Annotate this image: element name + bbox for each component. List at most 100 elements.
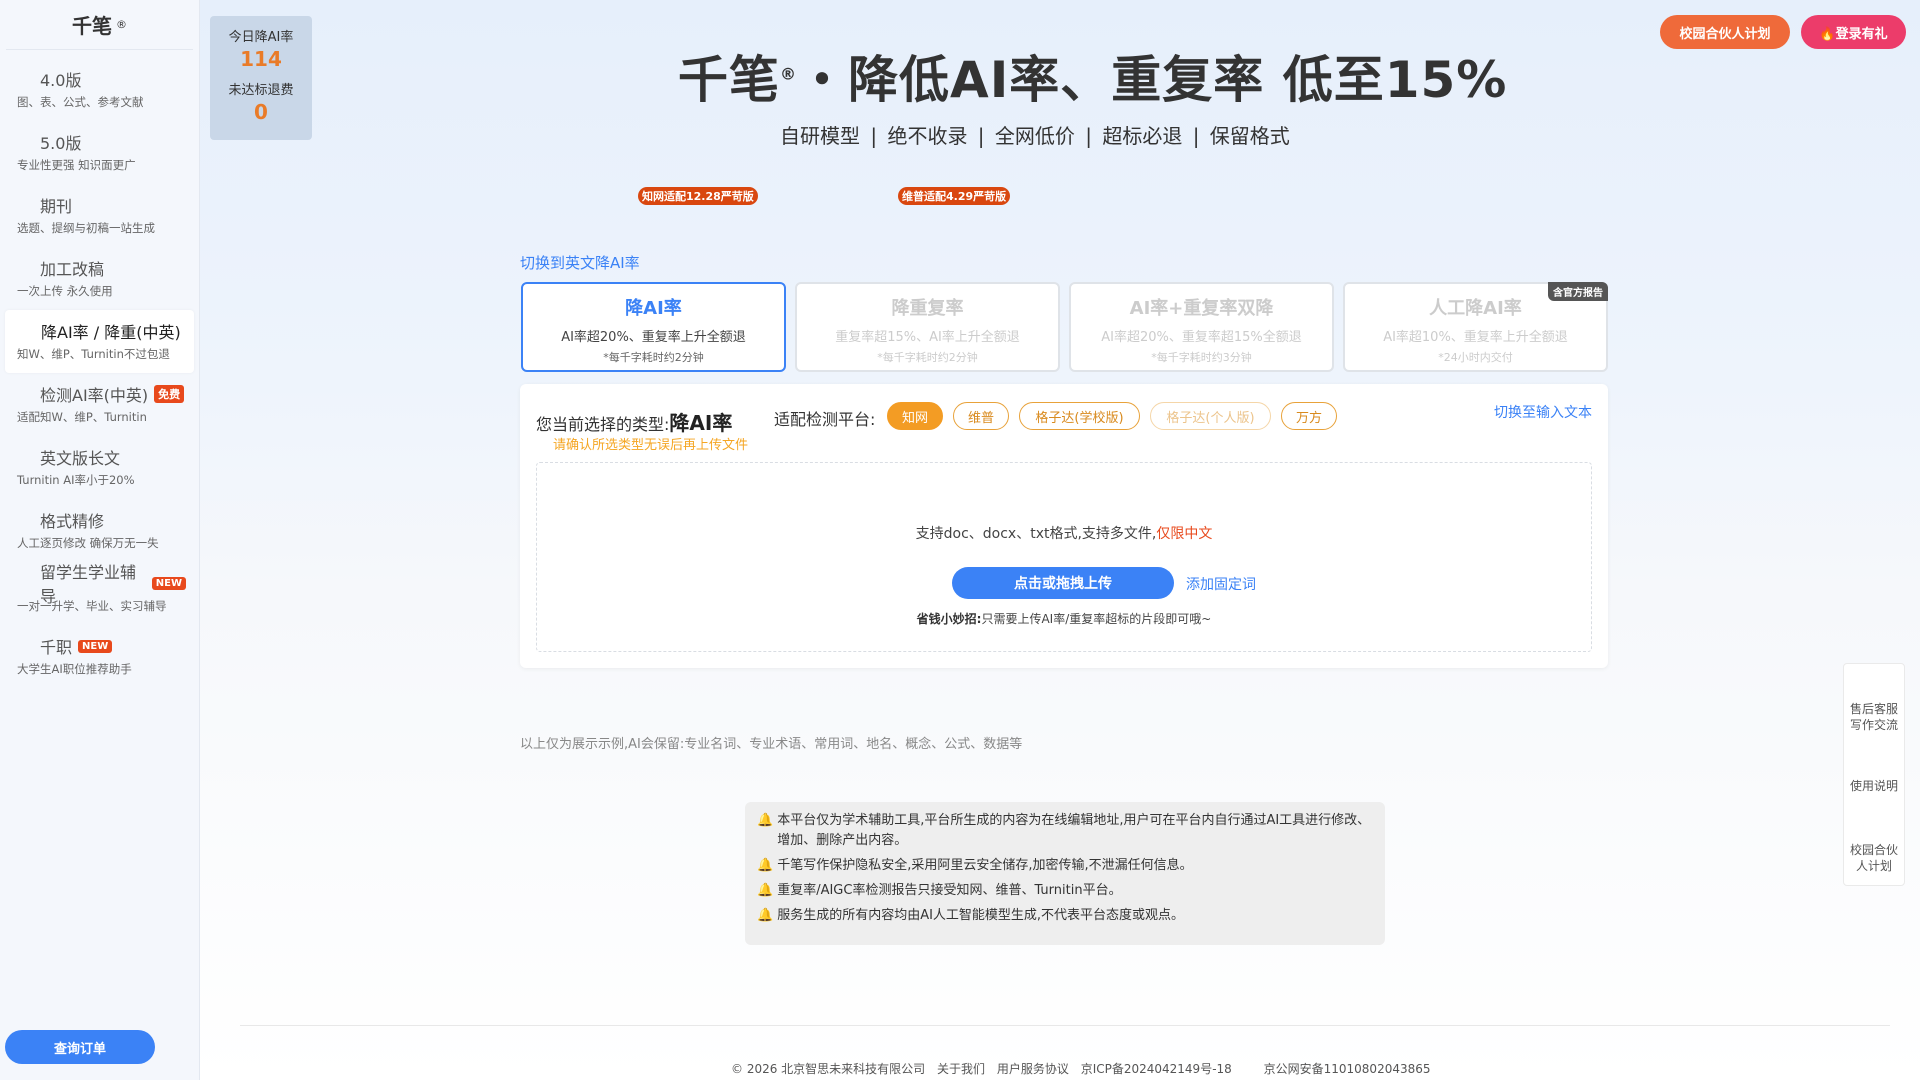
refund-label: 未达标退费 <box>228 83 294 98</box>
floating-toolbar: 售后客服写作交流 使用说明 校园合伙人计划 <box>1843 663 1905 886</box>
cnki-badge: 知网适配12.28严苛版 <box>638 187 758 205</box>
card-double-reduce[interactable]: AI率+重复率双降 AI率超20%、重复率超15%全额退 *每千字耗时约3分钟 <box>1069 282 1334 372</box>
card-desc: AI率超10%、重复率上升全额退 <box>1383 330 1568 345</box>
notice-item: 🔔 重复率/AIGC率检测报告只接受知网、维普、Turnitin平台。 <box>757 881 1373 901</box>
sidebar-item-sub: 人工逐页修改 确保万无一失 <box>17 536 159 550</box>
sidebar-item-label: 5.0版 <box>40 134 82 153</box>
notice-text: 千笔写作保护隐私安全,采用阿里云安全储存,加密传输,不泄漏任何信息。 <box>777 858 1193 873</box>
sidebar-item-label: 格式精修 <box>40 512 105 531</box>
switch-to-text-link[interactable]: 切换至输入文本 <box>1494 402 1592 422</box>
card-desc: 重复率超15%、AI率上升全额退 <box>835 330 1020 345</box>
brand-logo[interactable]: 千笔 ® <box>6 0 193 50</box>
upload-panel: 您当前选择的类型:降AI率 适配检测平台: 知网 维普 格子达(学校版) 格子达… <box>520 384 1608 668</box>
title-brand: 千笔 <box>678 51 780 109</box>
vip-badge: 维普适配4.29严苛版 <box>898 187 1011 205</box>
chinese-only: 仅限中文 <box>1156 526 1213 542</box>
card-time: *每千字耗时约3分钟 <box>1151 351 1252 364</box>
platform-chip-vip[interactable]: 维普 <box>953 402 1009 430</box>
card-title: 降AI率 <box>625 298 682 319</box>
icp-link[interactable]: 京ICP备2024042149号-18 <box>1081 1062 1232 1076</box>
notice-item: 🔔 本平台仅为学术辅助工具,平台所生成的内容为在线编辑地址,用户可在平台内自行通过… <box>757 811 1373 851</box>
platform-label: 适配检测平台: <box>774 410 876 429</box>
today-reduce-label: 今日降AI率 <box>228 30 294 45</box>
footer-divider <box>240 1025 1890 1026</box>
bell-icon: 🔔 <box>757 813 774 828</box>
sidebar-item-study-abroad[interactable]: 留学生学业辅导 NEW 一对一升学、毕业、实习辅导 <box>5 562 194 625</box>
card-title: 降重复率 <box>891 298 964 319</box>
sidebar-item-english-long[interactable]: 英文版长文 Turnitin AI率小于20% <box>5 436 194 499</box>
sidebar-item-label: 降AI率 / 降重(中英) <box>41 323 181 342</box>
money-saving-tip: 省钱小妙招:只需要上传AI率/重复率超标的片段即可哦~ <box>537 610 1591 627</box>
sidebar: 千笔 ® 4.0版 图、表、公式、参考文献 5.0版 专业性更强 知识面更广 期… <box>0 0 200 1080</box>
card-reduce-ai[interactable]: 降AI率 AI率超20%、重复率上升全额退 *每千字耗时约2分钟 <box>521 282 786 372</box>
official-report-tag: 含官方报告 <box>1548 282 1608 301</box>
usage-guide-link[interactable]: 使用说明 <box>1844 778 1904 794</box>
sidebar-item-reduce-ai[interactable]: 降AI率 / 降重(中英) 知W、维P、Turnitin不过包退 <box>5 310 194 373</box>
sidebar-item-detect-ai[interactable]: 检测AI率(中英) 免费 适配知W、维P、Turnitin <box>5 373 194 436</box>
sidebar-item-sub: 大学生AI职位推荐助手 <box>17 662 132 676</box>
card-desc: AI率超20%、重复率超15%全额退 <box>1101 330 1302 345</box>
footer: © 2026 北京智思未来科技有限公司 关于我们 用户服务协议 京ICP备202… <box>731 1060 1439 1077</box>
campus-partner-link[interactable]: 校园合伙人计划 <box>1844 842 1904 874</box>
platform-chip-wanfang[interactable]: 万方 <box>1281 402 1337 430</box>
sidebar-item-revise[interactable]: 加工改稿 一次上传 永久使用 <box>5 247 194 310</box>
sidebar-item-sub: 选题、提纲与初稿一站生成 <box>17 221 155 235</box>
sidebar-item-label: 加工改稿 <box>40 260 105 279</box>
support-text: 支持doc、docx、txt格式,支持多文件, <box>915 526 1157 542</box>
page-subtitle: 自研模型 | 绝不收录 | 全网低价 | 超标必退 | 保留格式 <box>780 124 1290 148</box>
stats-box: 今日降AI率 114 未达标退费 0 <box>210 16 312 140</box>
brand-reg: ® <box>116 18 127 31</box>
tip-text: 只需要上传AI率/重复率超标的片段即可哦~ <box>981 612 1212 626</box>
notice-text: 本平台仅为学术辅助工具,平台所生成的内容为在线编辑地址,用户可在平台内自行通过A… <box>777 813 1371 848</box>
sidebar-item-4-0[interactable]: 4.0版 图、表、公式、参考文献 <box>5 58 194 121</box>
switch-english-link[interactable]: 切换到英文降AI率 <box>520 252 640 273</box>
platform-chip-gezida-personal[interactable]: 格子达(个人版) <box>1150 402 1271 430</box>
copyright: © 2026 北京智思未来科技有限公司 <box>731 1062 926 1076</box>
supported-formats: 支持doc、docx、txt格式,支持多文件,仅限中文 <box>537 523 1591 543</box>
about-link[interactable]: 关于我们 <box>937 1062 985 1076</box>
notice-text: 重复率/AIGC率检测报告只接受知网、维普、Turnitin平台。 <box>777 883 1122 898</box>
sidebar-item-sub: 知W、维P、Turnitin不过包退 <box>17 347 170 361</box>
notice-text: 服务生成的所有内容均由AI人工智能模型生成,不代表平台态度或观点。 <box>777 908 1185 923</box>
card-time: *24小时内交付 <box>1438 351 1513 364</box>
notice-box: 🔔 本平台仅为学术辅助工具,平台所生成的内容为在线编辑地址,用户可在平台内自行通过… <box>745 802 1385 945</box>
example-note: 以上仅为展示示例,AI会保留:专业名词、专业术语、常用词、地名、概念、公式、数据… <box>520 737 1023 752</box>
sidebar-item-5-0[interactable]: 5.0版 专业性更强 知识面更广 <box>5 121 194 184</box>
refund-value: 0 <box>254 100 268 124</box>
bell-icon: 🔔 <box>757 883 774 898</box>
free-badge: 免费 <box>154 385 185 403</box>
sidebar-item-label: 千职 <box>40 638 73 657</box>
sidebar-item-label: 期刊 <box>40 197 73 216</box>
upload-button[interactable]: 点击或拖拽上传 <box>952 567 1174 599</box>
query-order-button[interactable]: 查询订单 <box>5 1030 155 1064</box>
sidebar-item-sub: 图、表、公式、参考文献 <box>17 95 144 109</box>
sidebar-item-sub: 适配知W、维P、Turnitin <box>17 410 147 424</box>
platform-chip-gezida-school[interactable]: 格子达(学校版) <box>1019 402 1140 430</box>
sidebar-item-sub: 专业性更强 知识面更广 <box>17 158 136 172</box>
campus-partner-button[interactable]: 校园合伙人计划 <box>1660 15 1790 49</box>
title-reg: ® <box>780 64 797 84</box>
selected-type-label: 您当前选择的类型: <box>536 415 670 434</box>
customer-service-link[interactable]: 售后客服写作交流 <box>1844 701 1904 733</box>
agreement-link[interactable]: 用户服务协议 <box>997 1062 1069 1076</box>
sidebar-item-sub: Turnitin AI率小于20% <box>17 473 135 487</box>
card-reduce-duplicate[interactable]: 降重复率 重复率超15%、AI率上升全额退 *每千字耗时约2分钟 <box>795 282 1060 372</box>
sidebar-item-label: 4.0版 <box>40 71 82 90</box>
card-time: *每千字耗时约2分钟 <box>603 351 704 364</box>
sidebar-item-journal[interactable]: 期刊 选题、提纲与初稿一站生成 <box>5 184 194 247</box>
platform-chip-cnki[interactable]: 知网 <box>887 402 943 430</box>
upload-dropzone[interactable]: 支持doc、docx、txt格式,支持多文件,仅限中文 点击或拖拽上传 添加固定… <box>536 462 1592 652</box>
bell-icon: 🔔 <box>757 908 774 923</box>
card-title: AI率+重复率双降 <box>1129 298 1274 319</box>
new-badge: NEW <box>151 576 186 590</box>
login-button[interactable]: 🔥登录有礼 <box>1801 15 1906 49</box>
card-manual-reduce[interactable]: 含官方报告 人工降AI率 AI率超10%、重复率上升全额退 *24小时内交付 <box>1343 282 1608 372</box>
page-title: 千笔®・降低AI率、重复率 低至15% <box>678 40 1506 112</box>
selected-type: 您当前选择的类型:降AI率 <box>536 407 732 436</box>
add-fixed-word-link[interactable]: 添加固定词 <box>1186 574 1256 594</box>
title-rest: ・降低AI率、重复率 低至15% <box>797 51 1508 109</box>
sidebar-item-jobs[interactable]: 千职 NEW 大学生AI职位推荐助手 <box>5 625 194 688</box>
sidebar-item-format[interactable]: 格式精修 人工逐页修改 确保万无一失 <box>5 499 194 562</box>
police-link[interactable]: 京公网安备11010802043865 <box>1264 1062 1431 1076</box>
card-desc: AI率超20%、重复率上升全额退 <box>561 330 746 345</box>
